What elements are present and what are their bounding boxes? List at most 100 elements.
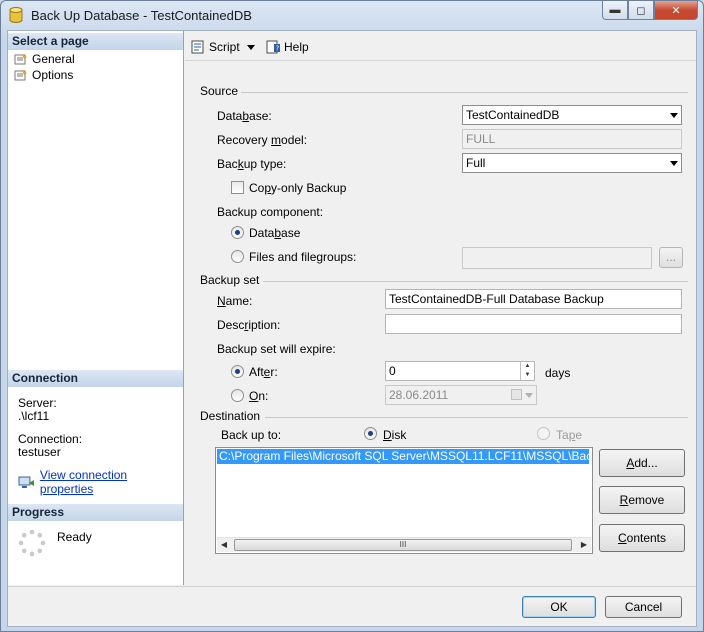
- window-title: Back Up Database - TestContainedDB: [31, 8, 252, 23]
- connection-value: testuser: [18, 445, 61, 459]
- script-button[interactable]: Script: [190, 38, 240, 56]
- tape-label: Tape: [556, 428, 583, 442]
- page-item-label: General: [32, 51, 75, 66]
- after-days-value: 0: [389, 364, 396, 378]
- component-files-radio[interactable]: [231, 250, 244, 263]
- page-item-label: Options: [32, 67, 74, 82]
- help-label: Help: [284, 40, 309, 54]
- description-label: Description:: [217, 318, 281, 332]
- page-icon: [14, 53, 27, 64]
- source-divider: [241, 92, 688, 93]
- dialog-footer: OK Cancel: [8, 586, 696, 626]
- days-label: days: [545, 366, 571, 380]
- help-icon: ?: [266, 40, 280, 54]
- view-connection-properties-link[interactable]: View connection properties: [18, 468, 183, 496]
- database-value: TestContainedDB: [466, 108, 560, 122]
- component-database-label[interactable]: Database: [249, 226, 300, 240]
- svg-text:?: ?: [276, 45, 280, 53]
- add-destination-button[interactable]: Add...: [599, 449, 685, 477]
- database-icon: [9, 7, 23, 23]
- backup-set-divider: [263, 281, 688, 282]
- database-combo[interactable]: TestContainedDB: [462, 105, 682, 125]
- backup-type-label: Backup type:: [217, 157, 287, 171]
- destination-list[interactable]: C:\Program Files\Microsoft SQL Server\MS…: [215, 447, 593, 554]
- minimize-button[interactable]: ▬: [602, 1, 628, 20]
- expire-date-picker: 28.06.2011: [385, 385, 537, 405]
- script-dropdown-button[interactable]: [247, 38, 255, 56]
- destination-hscrollbar[interactable]: ◀ III ▶: [217, 537, 591, 552]
- minimize-icon: ▬: [609, 4, 621, 16]
- component-database-radio[interactable]: [231, 226, 244, 239]
- recovery-model-label: Recovery model:: [217, 133, 308, 147]
- back-up-to-label: Back up to:: [221, 428, 282, 442]
- name-label: Name:: [217, 294, 253, 308]
- destination-path-row[interactable]: C:\Program Files\Microsoft SQL Server\MS…: [217, 449, 589, 464]
- server-label: Server:: [18, 396, 57, 410]
- backup-set-group-label: Backup set: [200, 273, 260, 287]
- destination-group-label: Destination: [200, 409, 261, 423]
- after-label[interactable]: After:: [249, 365, 278, 379]
- after-days-input[interactable]: 0 ▲ ▼: [385, 361, 535, 381]
- progress-status: Ready: [57, 530, 92, 544]
- remove-destination-button[interactable]: Remove: [599, 486, 685, 514]
- calendar-icon: [511, 389, 522, 400]
- view-connection-properties-text: View connection properties: [39, 468, 128, 496]
- backup-type-value: Full: [466, 156, 486, 170]
- chevron-down-icon: [525, 393, 533, 398]
- toolbar: Script ? Help: [185, 31, 696, 61]
- backup-component-label: Backup component:: [217, 205, 324, 219]
- expire-label: Backup set will expire:: [217, 342, 336, 356]
- source-group-label: Source: [200, 84, 239, 98]
- page-item-options[interactable]: Options: [14, 67, 73, 82]
- script-icon: [191, 40, 204, 54]
- destination-tape-radio: [537, 427, 550, 440]
- contents-button[interactable]: Contents: [599, 524, 685, 552]
- close-button[interactable]: ✕: [654, 1, 698, 20]
- caption-buttons: ▬ ◻ ✕: [602, 1, 698, 21]
- scroll-right-icon[interactable]: ▶: [579, 540, 589, 550]
- on-label[interactable]: On:: [249, 389, 268, 403]
- close-icon: ✕: [671, 4, 681, 17]
- ok-button[interactable]: OK: [522, 596, 596, 618]
- script-label: Script: [209, 40, 240, 54]
- help-button[interactable]: ? Help: [265, 38, 309, 56]
- page-item-general[interactable]: General: [14, 51, 75, 66]
- destination-divider: [265, 417, 688, 418]
- chevron-down-icon: [670, 113, 678, 118]
- connection-label: Connection:: [18, 432, 83, 446]
- page-icon: [14, 69, 27, 80]
- days-stepper[interactable]: ▲ ▼: [520, 362, 534, 380]
- copy-only-label[interactable]: Copy-only Backup: [249, 181, 346, 195]
- general-page: Script ? Help Source Database: TestConta…: [185, 31, 696, 585]
- recovery-model-field: FULL: [462, 129, 682, 149]
- progress-spinner-icon: [18, 529, 46, 557]
- title-bar[interactable]: Back Up Database - TestContainedDB ▬ ◻ ✕: [1, 1, 703, 29]
- backup-type-combo[interactable]: Full: [462, 153, 682, 173]
- scroll-grip: III: [399, 540, 407, 549]
- left-pane: Select a page General Options Connection…: [8, 31, 184, 585]
- chevron-down-icon: [670, 161, 678, 166]
- backup-dialog-window: Back Up Database - TestContainedDB ▬ ◻ ✕…: [0, 0, 704, 632]
- scroll-thumb[interactable]: III: [234, 539, 572, 551]
- server-value: .\lcf11: [18, 409, 50, 423]
- description-input[interactable]: [385, 314, 682, 334]
- expire-date-value: 28.06.2011: [389, 388, 449, 402]
- expire-after-radio[interactable]: [231, 365, 244, 378]
- connection-header: Connection: [8, 370, 183, 387]
- component-files-label[interactable]: Files and filegroups:: [249, 250, 356, 264]
- disk-label[interactable]: Disk: [383, 428, 406, 442]
- copy-only-checkbox[interactable]: [231, 181, 244, 194]
- progress-header: Progress: [8, 504, 183, 521]
- browse-filegroups-button[interactable]: ...: [659, 247, 683, 268]
- dialog-client: Select a page General Options Connection…: [7, 30, 697, 627]
- scroll-left-icon[interactable]: ◀: [219, 540, 229, 550]
- cancel-button[interactable]: Cancel: [605, 596, 682, 618]
- maximize-button[interactable]: ◻: [628, 1, 654, 20]
- maximize-icon: ◻: [636, 4, 646, 17]
- backup-set-name-input[interactable]: TestContainedDB-Full Database Backup: [385, 289, 682, 309]
- connection-properties-icon: [18, 476, 34, 488]
- filegroups-field: [462, 247, 652, 269]
- destination-disk-radio[interactable]: [364, 427, 377, 440]
- expire-on-radio[interactable]: [231, 389, 244, 402]
- chevron-down-icon: [247, 44, 255, 50]
